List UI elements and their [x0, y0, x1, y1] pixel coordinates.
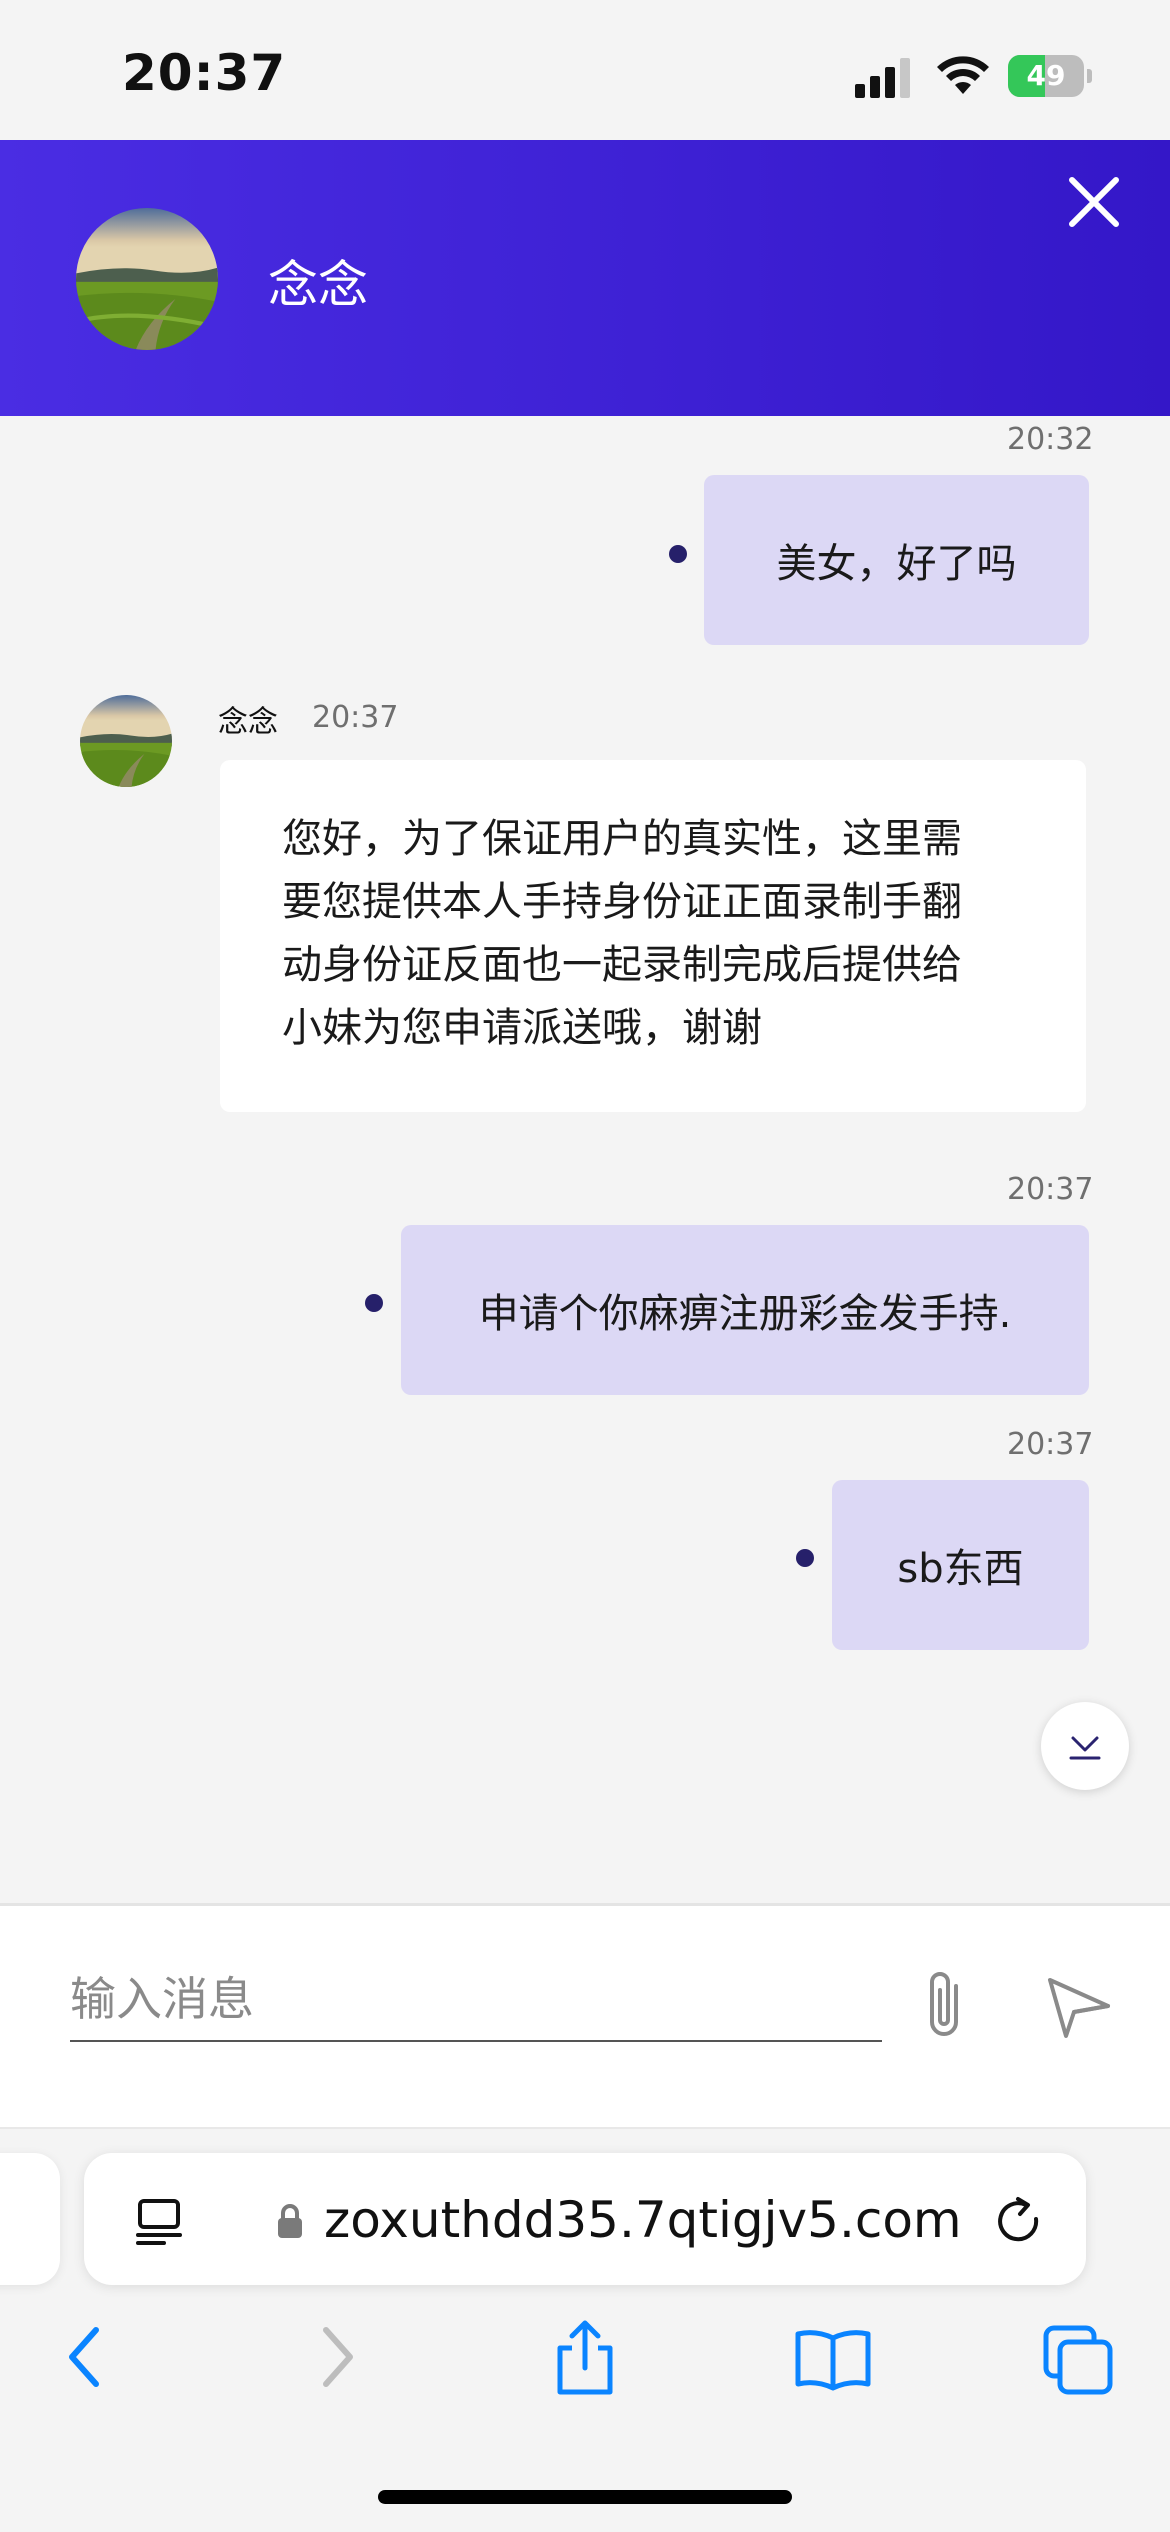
- scroll-to-bottom-button[interactable]: [1041, 1702, 1129, 1790]
- delivery-status-dot: [796, 1549, 814, 1567]
- delivery-status-dot: [365, 1294, 383, 1312]
- home-indicator: [378, 2490, 792, 2504]
- message-timestamp: 20:32: [1007, 422, 1094, 457]
- message-text: 申请个你麻痹注册彩金发手持.: [478, 1291, 1012, 1337]
- message-text: 美女，好了吗: [776, 541, 1017, 587]
- message-text-line: 要您提供本人手持身份证正面录制手翻: [282, 879, 962, 925]
- lock-icon: [278, 2204, 302, 2238]
- contact-avatar[interactable]: [76, 208, 218, 350]
- contact-name: 念念: [268, 256, 368, 314]
- incoming-message-bubble[interactable]: 您好，为了保证用户的真实性，这里需 要您提供本人手持身份证正面录制手翻 动身份证…: [220, 760, 1086, 1112]
- battery-percentage: 49: [1026, 59, 1066, 92]
- chat-header: 念念: [0, 140, 1170, 416]
- close-icon[interactable]: [1062, 170, 1126, 234]
- page-menu-icon[interactable]: [134, 2197, 184, 2247]
- sender-name: 念念: [218, 705, 278, 740]
- message-input[interactable]: [70, 1958, 882, 2042]
- paperclip-icon[interactable]: [918, 1966, 978, 2046]
- status-time: 20:37: [122, 44, 287, 102]
- battery-icon: 49: [1008, 55, 1092, 99]
- previous-tab-card[interactable]: [0, 2153, 60, 2285]
- message-text-line: 小妹为您申请派送哦，谢谢: [282, 1005, 762, 1051]
- share-icon[interactable]: [550, 2318, 620, 2398]
- send-icon[interactable]: [1044, 1972, 1114, 2042]
- back-icon[interactable]: [60, 2322, 110, 2392]
- message-text-line: 动身份证反面也一起录制完成后提供给: [282, 942, 962, 988]
- forward-icon[interactable]: [312, 2322, 362, 2392]
- message-timestamp: 20:37: [1007, 1427, 1094, 1462]
- url-text: zoxuthdd35.7qtigjv5.com: [324, 2191, 962, 2249]
- outgoing-message-bubble[interactable]: 美女，好了吗: [704, 475, 1089, 645]
- sender-avatar[interactable]: [80, 695, 172, 787]
- message-composer: [0, 1903, 1170, 2129]
- reload-icon[interactable]: [992, 2195, 1046, 2249]
- tabs-icon[interactable]: [1042, 2324, 1114, 2396]
- message-text-line: 您好，为了保证用户的真实性，这里需: [282, 816, 962, 862]
- bookmarks-icon[interactable]: [792, 2326, 874, 2392]
- wifi-icon: [937, 56, 989, 94]
- outgoing-message-bubble[interactable]: 申请个你麻痹注册彩金发手持.: [401, 1225, 1089, 1395]
- address-bar[interactable]: zoxuthdd35.7qtigjv5.com: [84, 2153, 1086, 2285]
- outgoing-message-bubble[interactable]: sb东西: [832, 1480, 1089, 1650]
- message-text: sb东西: [897, 1546, 1024, 1592]
- chevron-down-icon: [1069, 1736, 1101, 1760]
- message-timestamp: 20:37: [312, 700, 399, 735]
- delivery-status-dot: [669, 545, 687, 563]
- status-bar: 20:37 49: [0, 0, 1170, 140]
- message-timestamp: 20:37: [1007, 1172, 1094, 1207]
- cellular-signal-icon: [855, 58, 910, 98]
